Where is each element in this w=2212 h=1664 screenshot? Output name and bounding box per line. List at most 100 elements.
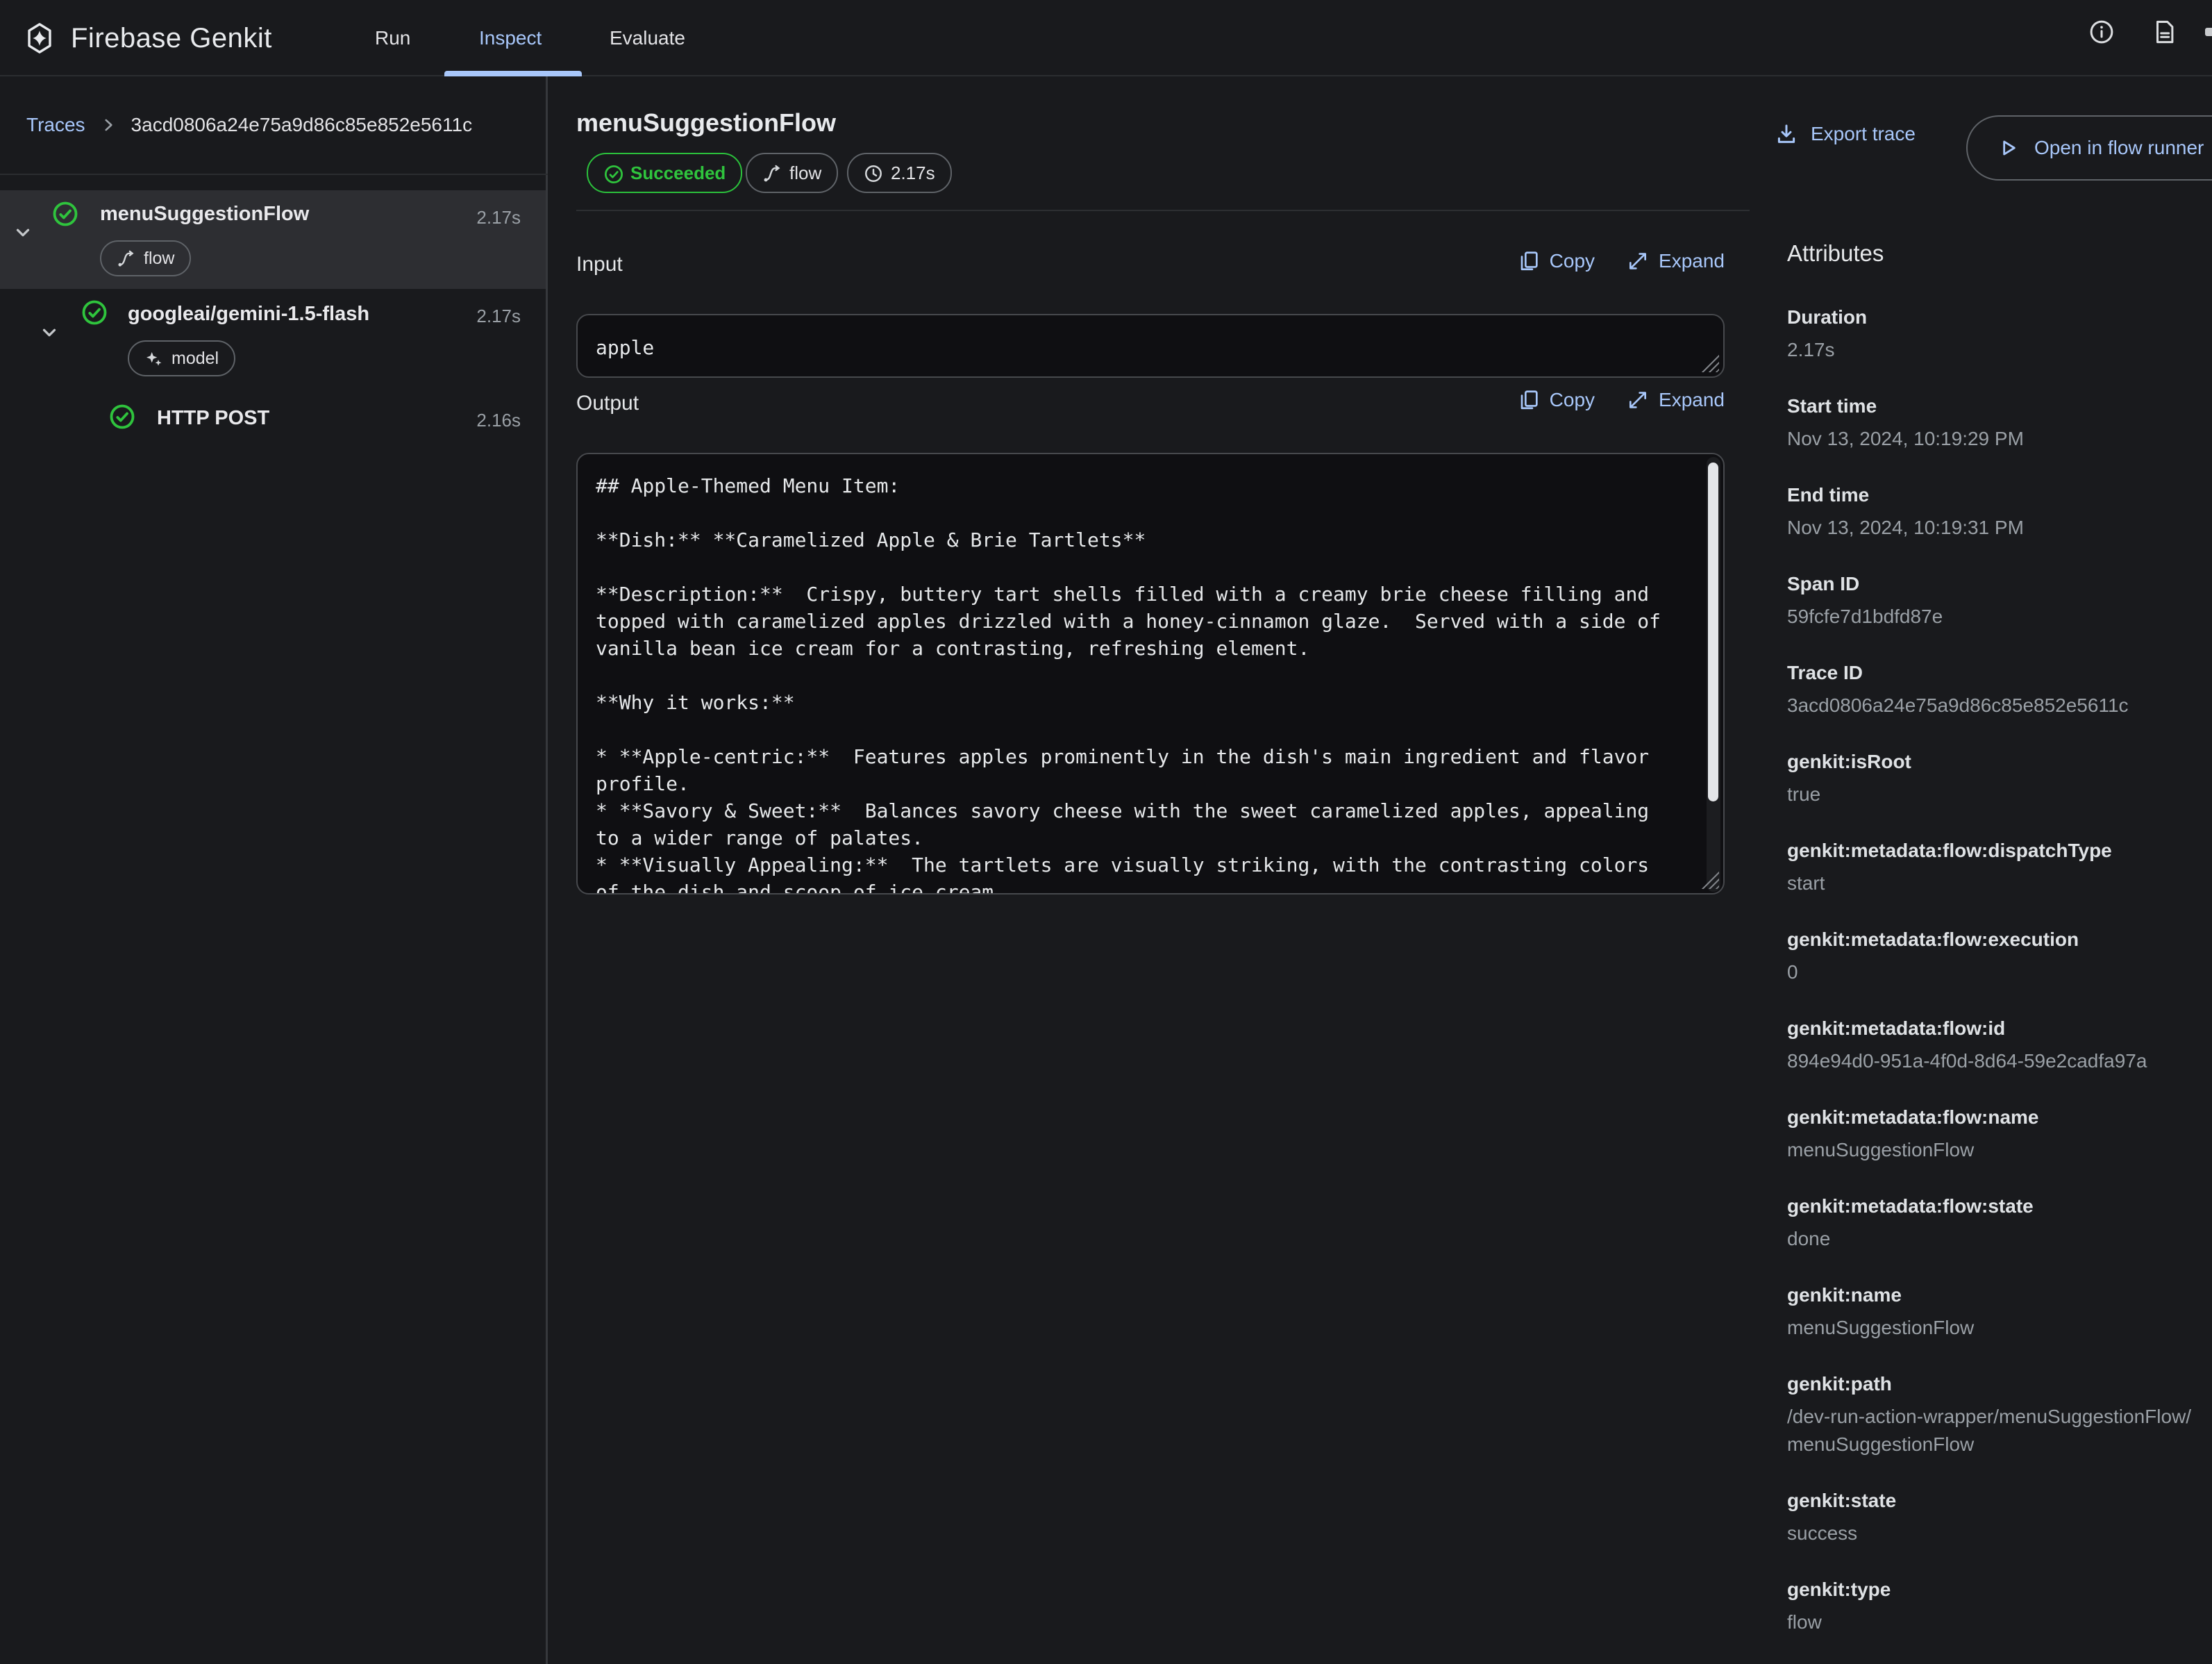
page-title: menuSuggestionFlow (576, 108, 836, 138)
tab-run-label: Run (375, 27, 410, 49)
input-expand-label: Expand (1659, 250, 1725, 272)
output-textarea[interactable]: ## Apple-Themed Menu Item: **Dish:** **C… (576, 453, 1725, 895)
breadcrumb-trace-id: 3acd0806a24e75a9d86c85e852e5611c (131, 114, 473, 136)
active-tab-indicator (444, 71, 582, 76)
breadcrumb: Traces 3acd0806a24e75a9d86c85e852e5611c (26, 76, 472, 174)
success-check-icon (603, 164, 622, 183)
input-expand-button[interactable]: Expand (1627, 250, 1725, 272)
attribute-key: Start time (1787, 394, 2212, 418)
tab-evaluate[interactable]: Evaluate (610, 0, 685, 76)
input-section-label: Input (576, 253, 623, 276)
attribute-row: Start time Nov 13, 2024, 10:19:29 PM (1787, 394, 2212, 453)
brand: Firebase Genkit (24, 0, 272, 76)
attribute-row: genkit:state success (1787, 1489, 2212, 1547)
span-name: HTTP POST (157, 407, 269, 430)
input-actions: Copy Expand (1458, 250, 1725, 272)
attribute-row: genkit:metadata:flow:id 894e94d0-951a-4f… (1787, 1017, 2212, 1075)
attribute-row: genkit:isRoot true (1787, 750, 2212, 808)
input-copy-button[interactable]: Copy (1518, 250, 1595, 272)
model-type-chip: model (128, 340, 235, 376)
success-check-icon (81, 299, 108, 326)
attribute-row: Span ID 59fcfe7d1bdfd87e (1787, 572, 2212, 631)
copy-icon (1518, 250, 1540, 272)
output-expand-label: Expand (1659, 389, 1725, 411)
attribute-value: Nov 13, 2024, 10:19:31 PM (1787, 514, 2212, 542)
attribute-key: End time (1787, 483, 2212, 507)
attribute-row: genkit:type flow (1787, 1578, 2212, 1636)
attribute-row: End time Nov 13, 2024, 10:19:31 PM (1787, 483, 2212, 542)
success-check-icon (108, 403, 136, 431)
attribute-value: 59fcfe7d1bdfd87e (1787, 603, 2212, 631)
output-section-label: Output (576, 392, 639, 415)
attribute-row: genkit:metadata:flow:state done (1787, 1195, 2212, 1253)
output-copy-label: Copy (1550, 389, 1595, 411)
clock-icon (864, 164, 882, 183)
attributes-title: Attributes (1787, 240, 2212, 267)
attribute-key: genkit:path (1787, 1372, 2212, 1396)
attribute-row: genkit:metadata:flow:execution 0 (1787, 928, 2212, 986)
attribute-key: genkit:metadata:flow:execution (1787, 928, 2212, 951)
duration-chip-label: 2.17s (891, 163, 935, 184)
attribute-value: 0 (1787, 958, 2212, 986)
attribute-value: 2.17s (1787, 336, 2212, 364)
sidebar-divider (0, 174, 548, 175)
attribute-value: menuSuggestionFlow (1787, 1136, 2212, 1164)
expand-icon (1627, 389, 1649, 411)
info-icon[interactable] (2088, 19, 2115, 45)
status-badge-label: Succeeded (630, 163, 726, 184)
type-chip: flow (746, 153, 838, 193)
attribute-key: genkit:metadata:flow:dispatchType (1787, 839, 2212, 863)
input-value: apple (578, 315, 1723, 361)
span-duration: 2.16s (476, 410, 521, 431)
input-textarea[interactable]: apple (576, 314, 1725, 378)
span-duration: 2.17s (476, 207, 521, 228)
attribute-row: genkit:name menuSuggestionFlow (1787, 1283, 2212, 1342)
clipped-menu-icon[interactable] (2205, 28, 2212, 36)
attribute-row: genkit:metadata:flow:dispatchType start (1787, 839, 2212, 897)
tab-inspect[interactable]: Inspect (479, 0, 542, 76)
tab-inspect-label: Inspect (479, 27, 542, 49)
genkit-logo-icon (24, 22, 56, 54)
attributes-list: Duration 2.17s Start time Nov 13, 2024, … (1787, 306, 2212, 1636)
success-check-icon (51, 200, 79, 228)
attribute-value: menuSuggestionFlow (1787, 1314, 2212, 1342)
attribute-row: genkit:path /dev-run-action-wrapper/menu… (1787, 1372, 2212, 1458)
model-chip-label: model (171, 349, 219, 369)
attribute-key: genkit:metadata:flow:id (1787, 1017, 2212, 1040)
attributes-panel: Attributes Duration 2.17s Start time Nov… (1787, 76, 2212, 1664)
attribute-value: Nov 13, 2024, 10:19:29 PM (1787, 425, 2212, 453)
attribute-row: Trace ID 3acd0806a24e75a9d86c85e852e5611… (1787, 661, 2212, 719)
scrollbar-thumb[interactable] (1708, 463, 1718, 801)
breadcrumb-chevron-icon (99, 116, 117, 134)
chevron-down-icon[interactable] (12, 222, 33, 243)
sparkle-icon (144, 349, 163, 368)
attribute-key: genkit:metadata:flow:state (1787, 1195, 2212, 1218)
attribute-value: 3acd0806a24e75a9d86c85e852e5611c (1787, 692, 2212, 719)
input-copy-label: Copy (1550, 250, 1595, 272)
chevron-down-icon[interactable] (39, 322, 60, 343)
attribute-value: start (1787, 870, 2212, 897)
attribute-key: Span ID (1787, 572, 2212, 596)
output-expand-button[interactable]: Expand (1627, 389, 1725, 411)
breadcrumb-traces-link[interactable]: Traces (26, 114, 85, 136)
header-divider (576, 210, 1750, 211)
span-name: menuSuggestionFlow (100, 203, 309, 226)
attribute-row: genkit:metadata:flow:name menuSuggestion… (1787, 1106, 2212, 1164)
attribute-value: done (1787, 1225, 2212, 1253)
expand-icon (1627, 250, 1649, 272)
output-value: ## Apple-Themed Menu Item: **Dish:** **C… (578, 454, 1723, 895)
tab-run[interactable]: Run (375, 0, 410, 76)
flow-type-chip: flow (100, 240, 191, 276)
attribute-key: Duration (1787, 306, 2212, 329)
output-copy-button[interactable]: Copy (1518, 389, 1595, 411)
flow-icon (762, 164, 781, 183)
app-title: Firebase Genkit (71, 23, 272, 54)
attribute-key: Trace ID (1787, 661, 2212, 685)
flow-chip-label: flow (144, 249, 174, 269)
flow-icon (117, 249, 135, 268)
attribute-key: genkit:name (1787, 1283, 2212, 1307)
attribute-value: true (1787, 781, 2212, 808)
docs-icon[interactable] (2151, 19, 2177, 45)
attribute-value: flow (1787, 1608, 2212, 1636)
span-duration: 2.17s (476, 306, 521, 327)
